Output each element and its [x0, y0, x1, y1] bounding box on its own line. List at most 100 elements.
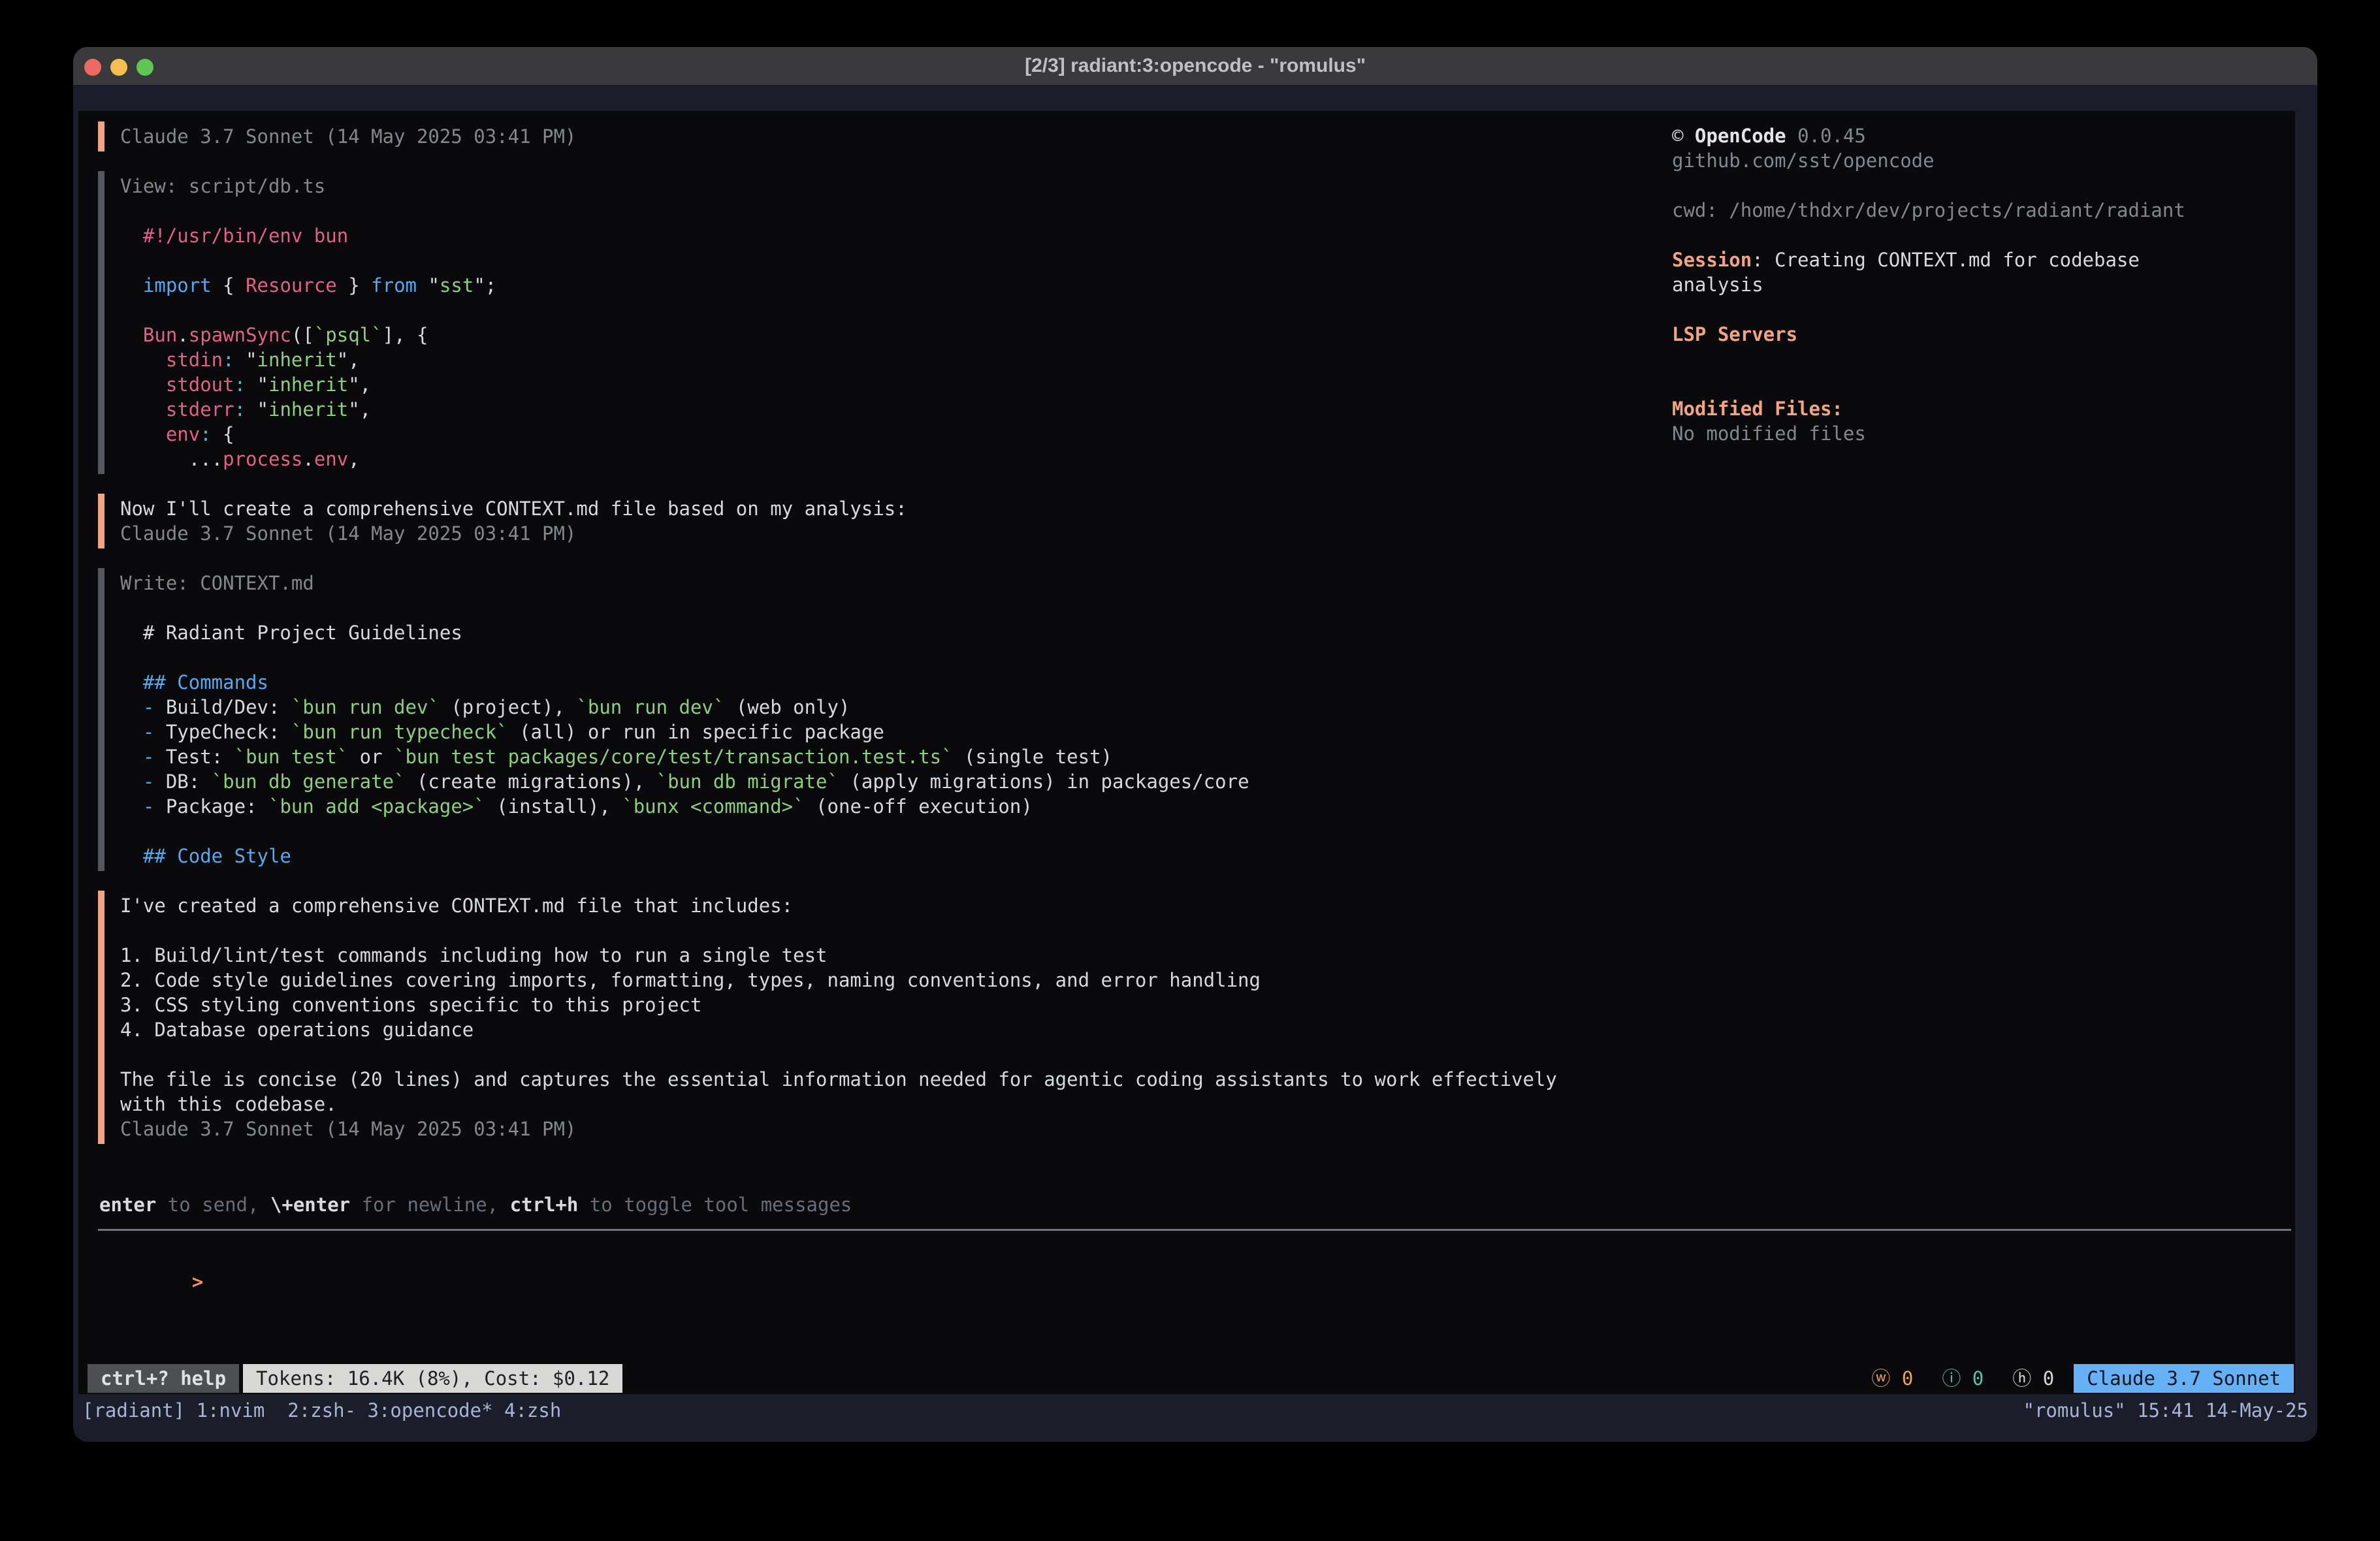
- terminal-content: Claude 3.7 Sonnet (14 May 2025 03:41 PM)…: [73, 85, 2317, 1442]
- window-title: [2/3] radiant:3:opencode - "romulus": [1025, 55, 1366, 77]
- panel-line: analysis: [1672, 272, 2292, 297]
- terminal-line: The file is concise (20 lines) and captu…: [120, 1067, 1652, 1092]
- text-segment: :: [234, 398, 246, 421]
- input-separator: [98, 1229, 2291, 1231]
- terminal-line: - DB: `bun db generate` (create migratio…: [120, 769, 1652, 794]
- terminal-line: # Radiant Project Guidelines: [120, 620, 1652, 645]
- text-segment: inherit: [268, 373, 348, 396]
- info-count-value: 0: [1972, 1367, 1984, 1390]
- warnings-icon: ⓦ: [1871, 1367, 1901, 1390]
- text-segment: [120, 770, 143, 793]
- text-segment: `bun run dev`: [291, 696, 440, 718]
- text-segment: Claude 3.7 Sonnet (14 May 2025 03:41 PM): [120, 125, 576, 148]
- prompt-symbol: >: [192, 1271, 203, 1293]
- text-segment: inherit: [257, 349, 337, 371]
- text-segment: Session: [1672, 249, 1752, 271]
- text-segment: -: [143, 770, 154, 793]
- terminal-line: Bun.spawnSync([`psql`], {: [120, 323, 1652, 347]
- panel-line: [1672, 173, 2292, 198]
- text-segment: ": [246, 373, 268, 396]
- text-segment: spawnSync: [189, 324, 291, 346]
- text-segment: ",: [337, 349, 360, 371]
- text-segment: (project),: [440, 696, 577, 718]
- text-segment: No modified files: [1672, 422, 1866, 445]
- terminal-line: 3. CSS styling conventions specific to t…: [120, 993, 1652, 1017]
- text-segment: inherit: [268, 398, 348, 421]
- text-segment: `bun db migrate`: [656, 770, 839, 793]
- text-segment: (all) or run in specific package: [508, 721, 884, 743]
- text-segment: # Radiant Project Guidelines: [120, 622, 462, 644]
- tool-call-block: View: script/db.ts #!/usr/bin/env bun im…: [98, 171, 1652, 474]
- terminal-line: [120, 596, 1652, 620]
- text-segment: TypeCheck:: [154, 721, 291, 743]
- assistant-message: I've created a comprehensive CONTEXT.md …: [98, 891, 1652, 1144]
- prompt-row[interactable]: >: [101, 1245, 2269, 1269]
- text-segment: Test:: [154, 746, 234, 768]
- text-segment: 4. Database operations guidance: [120, 1019, 474, 1041]
- minimize-button[interactable]: [110, 59, 127, 76]
- terminal-line: [120, 199, 1652, 223]
- text-segment: 2. Code style guidelines covering import…: [120, 969, 1261, 991]
- terminal-line: - Build/Dev: `bun run dev` (project), `b…: [120, 695, 1652, 720]
- terminal-line: #!/usr/bin/env bun: [120, 223, 1652, 248]
- terminal-line: [120, 819, 1652, 844]
- terminal-line: ## Commands: [120, 670, 1652, 695]
- text-segment: ",: [348, 373, 371, 396]
- window-titlebar: [2/3] radiant:3:opencode - "romulus": [73, 47, 2317, 85]
- terminal-line: [120, 298, 1652, 323]
- terminal-line: 1. Build/lint/test commands including ho…: [120, 943, 1652, 968]
- text-segment: 1. Build/lint/test commands including ho…: [120, 944, 828, 966]
- text-segment: analysis: [1672, 274, 1763, 296]
- terminal-line: [120, 248, 1652, 273]
- text-segment: [120, 274, 143, 296]
- terminal-line: Claude 3.7 Sonnet (14 May 2025 03:41 PM): [120, 124, 1652, 149]
- text-segment: [120, 349, 166, 371]
- text-segment: DB:: [154, 770, 211, 793]
- text-segment: Build/Dev:: [154, 696, 291, 718]
- text-segment: #!/usr/bin/env bun: [120, 225, 348, 247]
- text-segment: github.com/sst/opencode: [1672, 150, 1935, 172]
- terminal-line: View: script/db.ts: [120, 174, 1652, 199]
- input-help-bar: enter to send, \+enter for newline, ctrl…: [99, 1192, 852, 1217]
- panel-line: cwd: /home/thdxr/dev/projects/radiant/ra…: [1672, 198, 2292, 223]
- tool-call-block: Write: CONTEXT.md # Radiant Project Guid…: [98, 568, 1652, 871]
- text-segment: {: [212, 274, 246, 296]
- tmux-status-bar: [radiant] 1:nvim 2:zsh- 3:opencode* 4:zs…: [82, 1396, 2308, 1425]
- panel-line: [1672, 297, 2292, 322]
- text-segment: .: [302, 448, 314, 470]
- text-segment: `bun add <package>`: [268, 795, 485, 818]
- help-text: to toggle tool messages: [578, 1194, 852, 1216]
- text-segment: stdin: [166, 349, 223, 371]
- diagnostics-counters: ⓦ 0ⓘ 0ⓗ 0: [1871, 1366, 2054, 1391]
- traffic-lights: [84, 59, 153, 76]
- close-button[interactable]: [84, 59, 101, 76]
- terminal-line: 2. Code style guidelines covering import…: [120, 968, 1652, 993]
- text-segment: -: [143, 721, 154, 743]
- text-segment: -: [143, 795, 154, 818]
- terminal-line: stderr: "inherit",: [120, 397, 1652, 422]
- panel-line: © OpenCode 0.0.45: [1672, 123, 2292, 148]
- zoom-button[interactable]: [137, 59, 153, 76]
- keyboard-shortcut: ctrl+h: [510, 1194, 579, 1216]
- panel-line: [1672, 347, 2292, 372]
- keyboard-shortcut: \+enter: [270, 1194, 350, 1216]
- hints-count-value: 0: [2043, 1367, 2054, 1390]
- terminal-line: env: {: [120, 422, 1652, 447]
- text-segment: `bun db generate`: [212, 770, 406, 793]
- text-segment: LSP Servers: [1672, 323, 1797, 345]
- text-segment: `bun run typecheck`: [291, 721, 508, 743]
- status-bar: ctrl+? help Tokens: 16.4K (8%), Cost: $0…: [88, 1364, 2294, 1393]
- text-segment: Now I'll create a comprehensive CONTEXT.…: [120, 498, 907, 520]
- tmux-session-windows: [radiant] 1:nvim 2:zsh- 3:opencode* 4:zs…: [82, 1396, 561, 1425]
- text-segment: : Creating CONTEXT.md for codebase: [1752, 249, 2140, 271]
- text-segment: import: [143, 274, 212, 296]
- text-segment: ",: [348, 398, 371, 421]
- text-segment: ([: [291, 324, 314, 346]
- warnings-count-value: 0: [1902, 1367, 1913, 1390]
- text-segment: -: [143, 696, 154, 718]
- text-segment: Modified Files:: [1672, 398, 1843, 420]
- text-segment: :: [234, 373, 246, 396]
- diagnostic-warnings-count: ⓦ 0: [1871, 1366, 1913, 1391]
- text-segment: (one-off execution): [805, 795, 1033, 818]
- status-bar-right: ⓦ 0ⓘ 0ⓗ 0 Claude 3.7 Sonnet: [1871, 1364, 2294, 1393]
